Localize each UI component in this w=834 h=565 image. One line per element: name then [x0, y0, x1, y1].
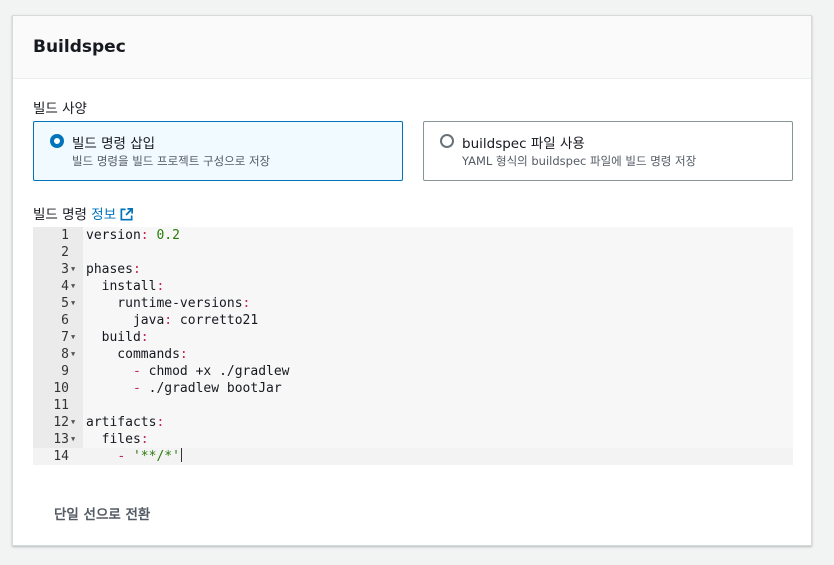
code-text: - ./gradlew bootJar — [132, 381, 282, 396]
line-number: 10 — [53, 381, 69, 396]
code-line[interactable]: 3 ▼ phases: — [33, 261, 793, 278]
code-line[interactable]: 14 - '**/*' — [33, 448, 793, 465]
fold-arrow-icon[interactable]: ▼ — [71, 278, 75, 295]
radio-insert-build-commands[interactable]: 빌드 명령 삽입 빌드 명령을 빌드 프로젝트 구성으로 저장 — [33, 121, 403, 181]
code-text: files: — [86, 432, 149, 447]
code-editor[interactable]: 1 version: 0.2 2 3 ▼ phases: 4 ▼ install: 5 ▼ run… — [33, 227, 793, 465]
line-number: 7 — [61, 330, 69, 345]
build-commands-label-row: 빌드 명령 정보 — [33, 203, 134, 226]
code-line[interactable]: 2 — [33, 244, 793, 261]
code-line[interactable]: 8 ▼ commands: — [33, 346, 793, 363]
panel-title: Buildspec — [33, 37, 126, 57]
line-number: 9 — [61, 364, 69, 379]
code-line[interactable]: 12 ▼ artifacts: — [33, 414, 793, 431]
line-number: 6 — [61, 313, 69, 328]
code-line[interactable]: 13 ▼ files: — [33, 431, 793, 448]
line-number: 8 — [61, 347, 69, 362]
line-number: 13 — [53, 432, 69, 447]
line-number: 1 — [61, 228, 69, 243]
code-text: version: 0.2 — [86, 228, 180, 243]
code-text: build: — [86, 330, 149, 345]
radio-file-description: YAML 형식의 buildspec 파일에 빌드 명령 저장 — [462, 154, 697, 168]
radio-button-unselected[interactable] — [440, 134, 454, 148]
fold-arrow-icon[interactable]: ▼ — [71, 346, 75, 363]
external-link-icon[interactable] — [119, 207, 134, 226]
radio-insert-description: 빌드 명령을 빌드 프로젝트 구성으로 저장 — [72, 154, 271, 168]
code-line[interactable]: 1 version: 0.2 — [33, 227, 793, 244]
code-text: - '**/*' — [117, 448, 182, 464]
line-number: 4 — [61, 279, 69, 294]
code-text: commands: — [86, 347, 188, 362]
radio-button-selected[interactable] — [50, 134, 64, 148]
code-line[interactable]: 10 - ./gradlew bootJar — [33, 380, 793, 397]
build-commands-label: 빌드 명령 — [33, 207, 87, 223]
line-number: 5 — [61, 296, 69, 311]
code-line[interactable]: 7 ▼ build: — [33, 329, 793, 346]
line-number: 3 — [61, 262, 69, 277]
fold-arrow-icon[interactable]: ▼ — [71, 295, 75, 312]
code-text: phases: — [86, 262, 141, 277]
code-text: - chmod +x ./gradlew — [132, 364, 290, 379]
radio-use-buildspec-file[interactable]: buildspec 파일 사용 YAML 형식의 buildspec 파일에 빌… — [423, 121, 793, 181]
line-number: 14 — [53, 449, 69, 464]
build-spec-label: 빌드 사양 — [33, 101, 87, 117]
fold-arrow-icon[interactable]: ▼ — [71, 261, 75, 278]
fold-arrow-icon[interactable]: ▼ — [71, 414, 75, 431]
code-text: java: corretto21 — [86, 313, 259, 328]
line-number: 12 — [53, 415, 69, 430]
code-line[interactable]: 5 ▼ runtime-versions: — [33, 295, 793, 312]
code-line[interactable]: 6 java: corretto21 — [33, 312, 793, 329]
fold-arrow-icon[interactable]: ▼ — [71, 329, 75, 346]
radio-file-title: buildspec 파일 사용 — [462, 136, 585, 152]
fold-arrow-icon[interactable]: ▼ — [71, 431, 75, 448]
text-cursor — [180, 448, 182, 462]
switch-to-single-line-button[interactable]: 단일 선으로 전환 — [54, 503, 150, 523]
panel-header: Buildspec — [13, 16, 811, 79]
code-line[interactable]: 4 ▼ install: — [33, 278, 793, 295]
line-number: 11 — [53, 398, 69, 413]
info-link[interactable]: 정보 — [91, 207, 116, 223]
code-text: artifacts: — [86, 415, 165, 430]
line-number: 2 — [61, 245, 69, 260]
radio-insert-title: 빌드 명령 삽입 — [72, 136, 156, 152]
code-text: runtime-versions: — [86, 296, 251, 311]
code-text: install: — [86, 279, 165, 294]
code-line[interactable]: 11 — [33, 397, 793, 414]
code-line[interactable]: 9 - chmod +x ./gradlew — [33, 363, 793, 380]
buildspec-panel: Buildspec 빌드 사양 빌드 명령 삽입 빌드 명령을 빌드 프로젝트 … — [12, 15, 812, 546]
